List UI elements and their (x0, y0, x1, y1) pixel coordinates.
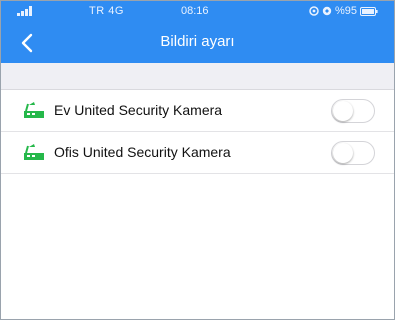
status-icons: %95 (309, 5, 378, 17)
device-name: Ev United Security Kamera (54, 102, 223, 118)
alarm-icon (309, 6, 319, 16)
focus-icon (322, 6, 332, 16)
device-list: Ev United Security Kamera Ofis United Se… (1, 90, 394, 174)
battery-icon (360, 6, 378, 16)
list-item: Ev United Security Kamera (1, 90, 394, 132)
camera-device-icon (24, 144, 44, 160)
toggle-knob (333, 101, 353, 121)
battery-percentage: %95 (335, 5, 358, 17)
camera-device-icon (24, 102, 44, 118)
status-bar: TR 4G 08:16 %95 (1, 1, 394, 23)
section-header (1, 63, 394, 90)
clock: 08:16 (181, 5, 209, 17)
toggle-knob (333, 143, 353, 163)
carrier-label: TR 4G (89, 5, 124, 17)
nav-bar: Bildiri ayarı (1, 23, 394, 63)
list-item: Ofis United Security Kamera (1, 132, 394, 174)
app-header: TR 4G 08:16 %95 Bildiri ayarı (1, 1, 394, 63)
signal-icon (17, 6, 32, 16)
notification-toggle[interactable] (331, 141, 375, 165)
device-name: Ofis United Security Kamera (54, 144, 231, 160)
notification-toggle[interactable] (331, 99, 375, 123)
page-title: Bildiri ayarı (160, 33, 235, 50)
app-screen: TR 4G 08:16 %95 Bildiri ayarı Ev United … (0, 0, 395, 320)
